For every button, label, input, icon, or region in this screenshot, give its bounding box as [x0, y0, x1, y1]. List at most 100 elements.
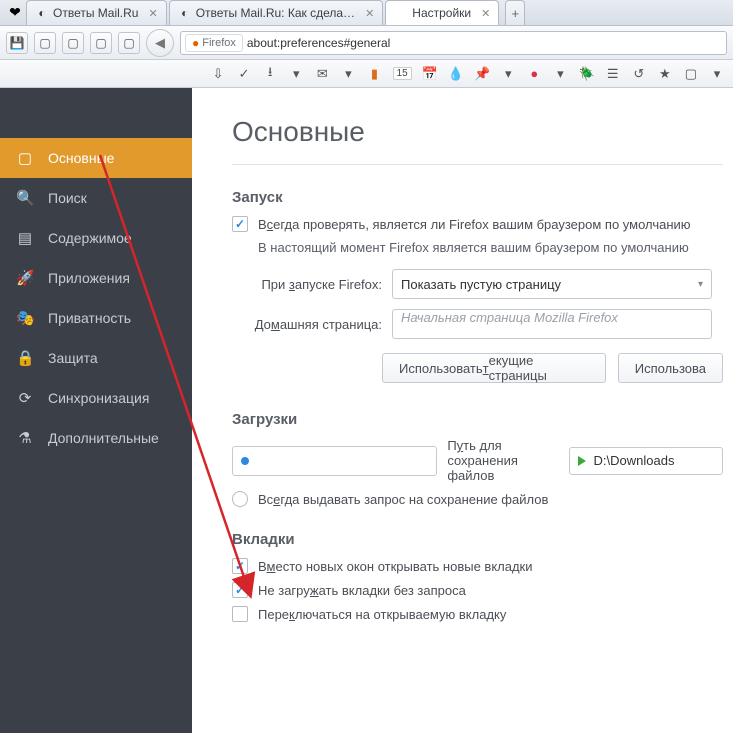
- address-bar[interactable]: ● Firefox: [180, 31, 727, 55]
- lock-icon: 🔒: [16, 349, 34, 367]
- download-path: D:\Downloads: [594, 453, 675, 468]
- toolbar-icon[interactable]: ☰: [605, 66, 621, 82]
- addons-toolbar: ⇩ ✓ ⭳ ▾ ✉ ▾ ▮ 15 📅 💧 📌 ▾ ● ▾ 🪲 ☰ ↺ ★ ▢ ▾: [0, 60, 733, 88]
- sidebar-item-search[interactable]: 🔍 Поиск: [0, 178, 192, 218]
- preferences-sidebar: ▢ Основные 🔍 Поиск ▤ Содержимое 🚀 Приложения…: [0, 88, 192, 733]
- general-icon: ▢: [16, 149, 34, 167]
- tab-close-icon[interactable]: ✕: [475, 7, 490, 20]
- onstart-label: При запуске Firefox:: [232, 277, 382, 292]
- radio-label: Всегда выдавать запрос на сохранение фай…: [258, 492, 548, 507]
- checkbox-switch-tab[interactable]: [232, 606, 248, 622]
- url-input[interactable]: [247, 36, 722, 50]
- browser-tab-2[interactable]: Настройки ✕: [385, 0, 499, 25]
- onstart-select[interactable]: Показать пустую страницу ▾: [392, 269, 712, 299]
- checkbox-open-tabs[interactable]: [232, 558, 248, 574]
- checkbox-dont-load[interactable]: [232, 582, 248, 598]
- tab-label: Ответы Mail.Ru: [53, 6, 138, 20]
- toolbar-icon[interactable]: ▾: [340, 66, 356, 82]
- tab-close-icon[interactable]: ✕: [142, 7, 157, 20]
- sidebar-item-label: Защита: [48, 350, 98, 366]
- toolbar-icon[interactable]: ▾: [500, 66, 516, 82]
- save-button[interactable]: 💾: [6, 32, 28, 54]
- sidebar-item-label: Синхронизация: [48, 390, 149, 406]
- identity-chip[interactable]: ● Firefox: [185, 34, 243, 52]
- toolbar-button[interactable]: ▢: [62, 32, 84, 54]
- browser-toolbar: 💾 ▢ ▢ ▢ ▢ ◀ ● Firefox: [0, 26, 733, 60]
- favicon-mailru: ◐: [35, 6, 49, 20]
- bug-icon[interactable]: 🪲: [578, 66, 594, 82]
- browser-tabstrip: ❤ ◐ Ответы Mail.Ru ✕ ◐ Ответы Mail.Ru: К…: [0, 0, 733, 26]
- use-bookmark-button[interactable]: Использова: [618, 353, 723, 383]
- toolbar-icon[interactable]: ★: [657, 66, 673, 82]
- content-icon: ▤: [16, 229, 34, 247]
- mail-icon[interactable]: ✉: [314, 66, 330, 82]
- pin-icon[interactable]: 📌: [474, 66, 490, 82]
- homepage-label: Домашняя страница:: [232, 317, 382, 332]
- checkbox-label: Не загружать вкладки без запроса: [258, 583, 466, 598]
- toolbar-icon[interactable]: ▾: [288, 66, 304, 82]
- drop-icon[interactable]: 💧: [448, 66, 464, 82]
- checkbox-default-browser[interactable]: [232, 216, 248, 232]
- sidebar-item-sync[interactable]: ⟳ Синхронизация: [0, 378, 192, 418]
- toolbar-button[interactable]: ▢: [118, 32, 140, 54]
- app-icon: ❤: [4, 0, 26, 25]
- sidebar-item-label: Поиск: [48, 190, 87, 206]
- sidebar-item-applications[interactable]: 🚀 Приложения: [0, 258, 192, 298]
- tab-label: Ответы Mail.Ru: Как сдела…: [196, 6, 355, 20]
- use-current-pages-button[interactable]: Использовать текущие страницы: [382, 353, 606, 383]
- favicon-mailru: ◐: [178, 6, 192, 20]
- select-value: Показать пустую страницу: [401, 277, 561, 292]
- firefox-icon: ●: [192, 36, 199, 50]
- default-browser-status: В настоящий момент Firefox является ваши…: [258, 240, 723, 255]
- checkbox-label: Переключаться на открываемую вкладку: [258, 607, 506, 622]
- radio-always-ask[interactable]: [232, 491, 248, 507]
- toolbar-button[interactable]: ▢: [34, 32, 56, 54]
- search-icon: 🔍: [16, 189, 34, 207]
- favicon-settings: [394, 6, 408, 20]
- toolbar-icon[interactable]: ▾: [709, 66, 725, 82]
- radio-save-to[interactable]: [232, 446, 437, 476]
- browser-tab-1[interactable]: ◐ Ответы Mail.Ru: Как сдела… ✕: [169, 0, 384, 25]
- new-tab-button[interactable]: +: [505, 0, 525, 25]
- sidebar-item-general[interactable]: ▢ Основные: [0, 138, 192, 178]
- tab-close-icon[interactable]: ✕: [359, 7, 374, 20]
- toolbar-icon[interactable]: 📅: [422, 66, 438, 82]
- toolbar-icon[interactable]: ▢: [683, 66, 699, 82]
- record-icon[interactable]: ●: [526, 66, 542, 81]
- toolbar-icon[interactable]: ▮: [366, 66, 382, 82]
- tab-label: Настройки: [412, 6, 471, 20]
- back-button[interactable]: ◀: [146, 29, 174, 57]
- radio-label: Путь для сохранения файлов: [447, 438, 558, 483]
- toolbar-button[interactable]: ▢: [90, 32, 112, 54]
- sidebar-item-label: Содержимое: [48, 230, 132, 246]
- sidebar-item-label: Приложения: [48, 270, 130, 286]
- section-startup-heading: Запуск: [232, 189, 723, 206]
- toolbar-icon[interactable]: ✓: [236, 66, 252, 82]
- toolbar-icon[interactable]: ↺: [631, 66, 647, 82]
- section-downloads-heading: Загрузки: [232, 411, 723, 428]
- download-path-input[interactable]: D:\Downloads: [569, 447, 723, 475]
- page-title: Основные: [232, 116, 723, 165]
- sidebar-item-security[interactable]: 🔒 Защита: [0, 338, 192, 378]
- sidebar-item-advanced[interactable]: ⚗ Дополнительные: [0, 418, 192, 458]
- preferences-content: Основные Запуск Всегда проверять, являет…: [192, 88, 733, 733]
- checkbox-label: Всегда проверять, является ли Firefox ва…: [258, 217, 691, 232]
- toolbar-icon[interactable]: ⇩: [210, 66, 226, 82]
- toolbar-icon[interactable]: ⭳: [262, 63, 278, 85]
- sync-icon: ⟳: [16, 389, 34, 407]
- sidebar-item-label: Основные: [48, 150, 114, 166]
- homepage-input[interactable]: Начальная страница Mozilla Firefox: [392, 309, 712, 339]
- sidebar-item-privacy[interactable]: 🎭 Приватность: [0, 298, 192, 338]
- toolbar-icon[interactable]: ▾: [552, 66, 568, 82]
- folder-play-icon: [578, 456, 586, 466]
- rocket-icon: 🚀: [16, 269, 34, 287]
- identity-label: Firefox: [202, 37, 236, 49]
- sidebar-item-label: Приватность: [48, 310, 131, 326]
- advanced-icon: ⚗: [16, 429, 34, 447]
- sidebar-item-content[interactable]: ▤ Содержимое: [0, 218, 192, 258]
- sidebar-item-label: Дополнительные: [48, 430, 159, 446]
- section-tabs-heading: Вкладки: [232, 531, 723, 548]
- checkbox-label: Вместо новых окон открывать новые вкладк…: [258, 559, 533, 574]
- browser-tab-0[interactable]: ◐ Ответы Mail.Ru ✕: [26, 0, 167, 25]
- mask-icon: 🎭: [16, 309, 34, 327]
